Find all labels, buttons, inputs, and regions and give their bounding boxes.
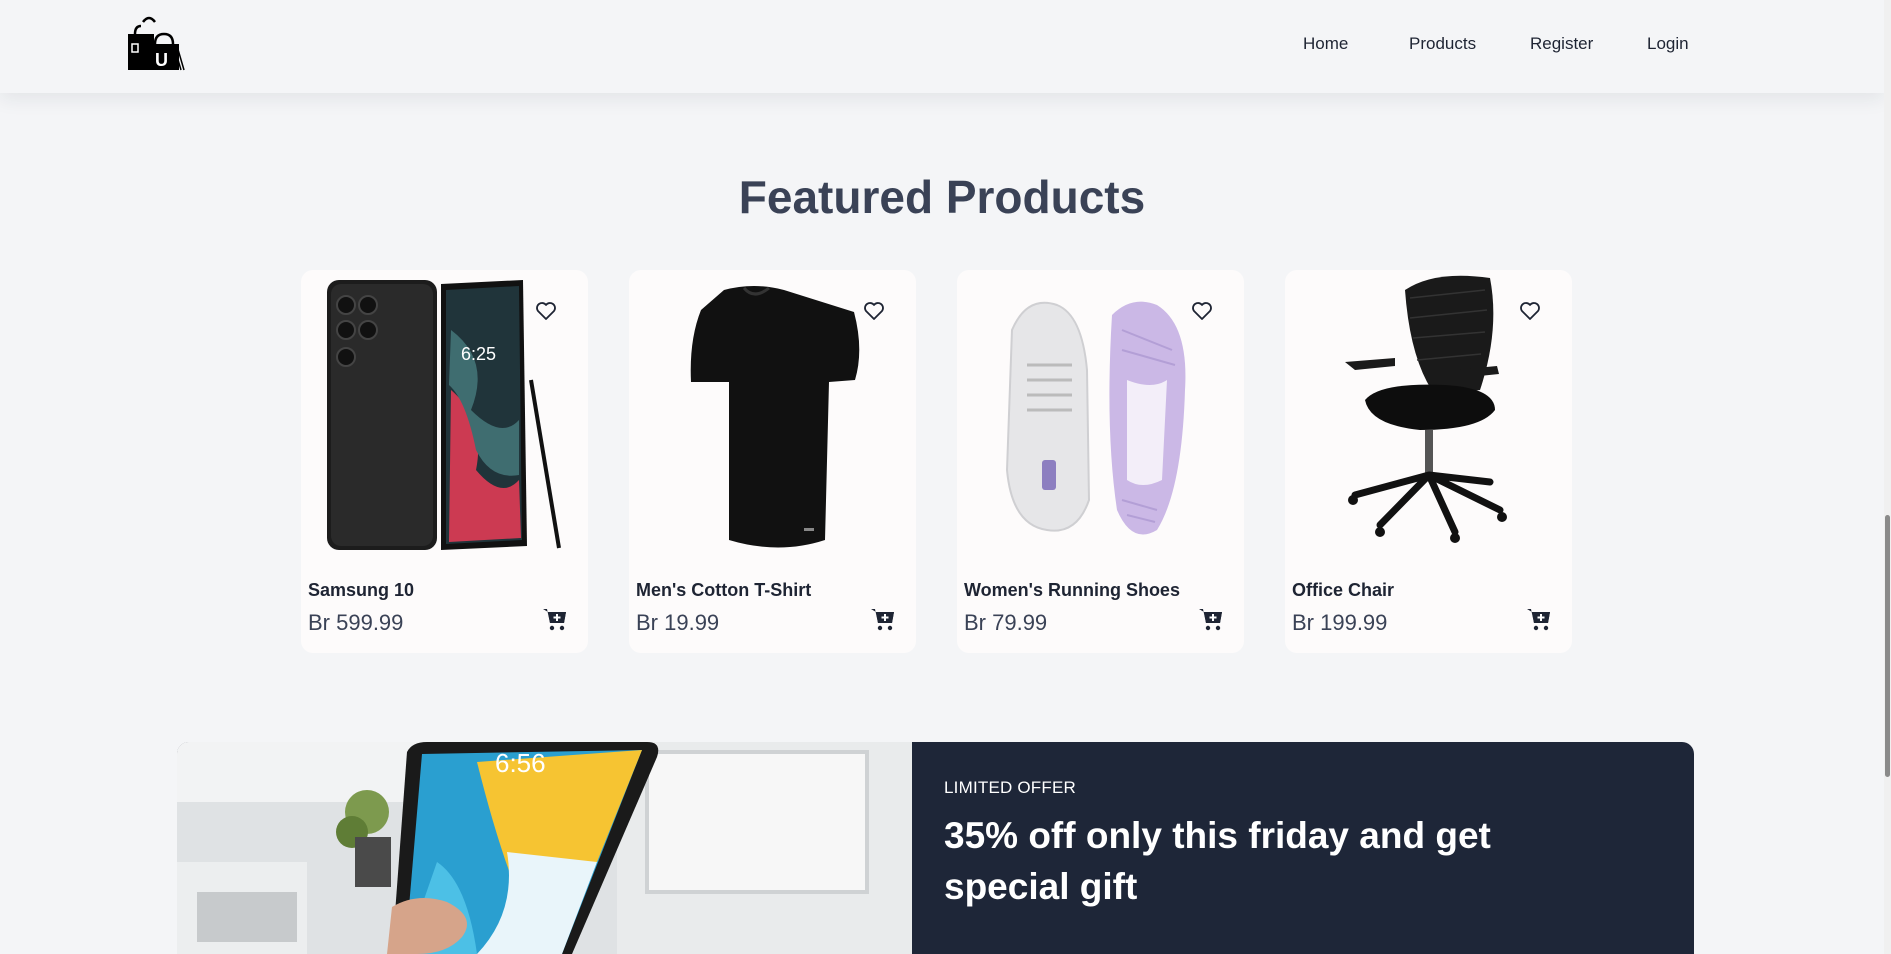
offer-tag: LIMITED OFFER xyxy=(944,778,1076,797)
site-header: U Home Products Register Login xyxy=(0,0,1884,93)
product-price: Br 79.99 xyxy=(964,610,1048,635)
product-name[interactable]: Men's Cotton T-Shirt xyxy=(636,580,811,601)
heart-icon[interactable] xyxy=(1518,299,1542,323)
product-card[interactable]: Office Chair Br 199.99 xyxy=(1285,270,1572,653)
nav-link-register[interactable]: Register xyxy=(1530,34,1593,54)
section-title: Featured Products xyxy=(738,171,1146,223)
shopping-bags-logo[interactable]: U xyxy=(125,14,185,72)
svg-text:6:56: 6:56 xyxy=(495,748,546,778)
add-to-cart-icon[interactable] xyxy=(542,606,568,632)
product-price: Br 19.99 xyxy=(636,610,720,635)
scrollbar-thumb[interactable] xyxy=(1885,515,1890,777)
add-to-cart-icon[interactable] xyxy=(1526,606,1552,632)
product-name[interactable]: Samsung 10 xyxy=(308,580,414,601)
product-price: Br 599.99 xyxy=(308,610,404,635)
scrollbar-track[interactable] xyxy=(1884,0,1891,954)
svg-text:U: U xyxy=(155,50,168,70)
tablet-photo: 6:56 xyxy=(177,742,912,954)
add-to-cart-icon[interactable] xyxy=(1198,606,1224,632)
heart-icon[interactable] xyxy=(1190,299,1214,323)
product-price: Br 199.99 xyxy=(1292,610,1388,635)
product-card[interactable]: Women's Running Shoes Br 79.99 xyxy=(957,270,1244,653)
heart-icon[interactable] xyxy=(534,299,558,323)
product-name[interactable]: Office Chair xyxy=(1292,580,1394,601)
nav-link-products[interactable]: Products xyxy=(1409,34,1476,54)
heart-icon[interactable] xyxy=(862,299,886,323)
offer-title: 35% off only this friday and get special… xyxy=(944,815,1491,907)
nav-link-login[interactable]: Login xyxy=(1647,34,1689,54)
add-to-cart-icon[interactable] xyxy=(870,606,896,632)
product-card[interactable]: Men's Cotton T-Shirt Br 19.99 xyxy=(629,270,916,653)
nav-link-home[interactable]: Home xyxy=(1303,34,1348,54)
product-card[interactable]: 6:25 Samsung 10 Br 599.99 xyxy=(301,270,588,653)
banner-content: LIMITED OFFER 35% off only this friday a… xyxy=(944,742,1644,954)
promo-banner: 6:56 LIMITED OFFER 35% off only this fri… xyxy=(177,742,1694,954)
svg-text:6:25: 6:25 xyxy=(461,344,496,364)
product-name[interactable]: Women's Running Shoes xyxy=(964,580,1180,601)
